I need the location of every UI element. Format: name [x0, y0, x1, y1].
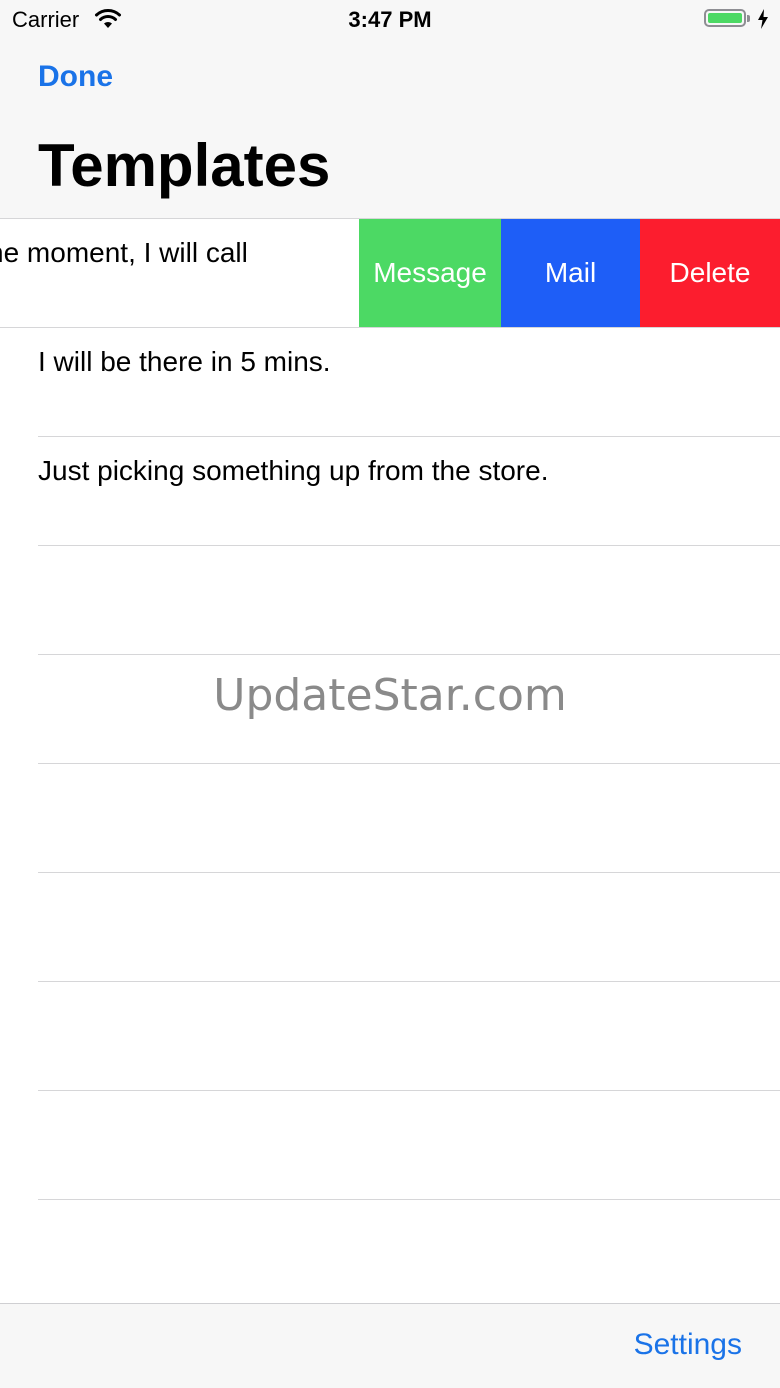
template-text: ne moment, I will call	[0, 237, 248, 268]
page-title: Templates	[38, 132, 331, 199]
battery-icon	[704, 9, 746, 27]
template-row-empty	[0, 873, 780, 982]
templates-list: ne moment, I will call Message Mail Dele…	[0, 219, 780, 1309]
delete-button[interactable]: Delete	[640, 219, 780, 327]
template-row-empty	[0, 1091, 780, 1200]
template-row[interactable]: ne moment, I will call Message Mail Dele…	[0, 219, 780, 328]
done-button[interactable]: Done	[38, 60, 113, 94]
template-row[interactable]: I will be there in 5 mins.	[0, 328, 780, 437]
navigation-header: Done Templates	[0, 40, 780, 219]
swipe-actions: Message Mail Delete	[359, 219, 780, 327]
template-text: Just picking something up from the store…	[38, 455, 549, 486]
template-row-empty	[0, 982, 780, 1091]
watermark: UpdateStar.com	[213, 670, 567, 721]
mail-button[interactable]: Mail	[501, 219, 640, 327]
charging-bolt-icon	[758, 9, 768, 29]
template-row-empty	[0, 764, 780, 873]
message-button[interactable]: Message	[359, 219, 501, 327]
template-text: I will be there in 5 mins.	[38, 346, 331, 377]
settings-button[interactable]: Settings	[634, 1328, 742, 1362]
bottom-toolbar: Settings	[0, 1303, 780, 1388]
template-row-empty	[0, 546, 780, 655]
status-bar: Carrier 3:47 PM	[0, 0, 780, 40]
template-row[interactable]: Just picking something up from the store…	[0, 437, 780, 546]
template-row-empty	[0, 1200, 780, 1309]
status-time: 3:47 PM	[348, 7, 432, 32]
battery-nub	[747, 15, 750, 22]
